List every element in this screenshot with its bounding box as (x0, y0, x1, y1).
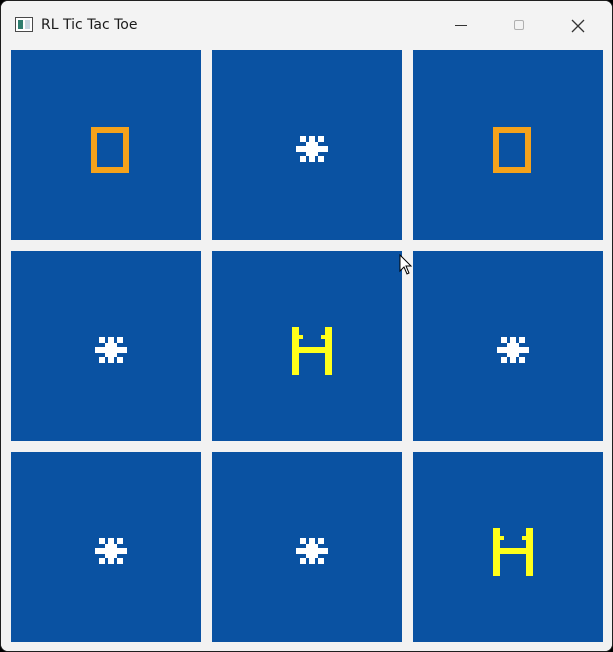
minimize-icon (455, 25, 467, 26)
board-cell-r3-c2[interactable] (212, 452, 402, 642)
app-window: RL Tic Tac Toe (0, 0, 613, 652)
maximize-button[interactable] (490, 1, 548, 50)
board-cell-r1-c3[interactable] (413, 50, 603, 240)
board-cell-r3-c3[interactable] (413, 452, 603, 642)
maximize-icon (514, 20, 524, 30)
mouse-cursor-icon (399, 254, 413, 275)
board-cell-r2-c2[interactable] (212, 251, 402, 441)
orange-square-icon (493, 126, 533, 174)
board-cell-r3-c1[interactable] (11, 452, 201, 642)
board-cell-r1-c1[interactable] (11, 50, 201, 240)
close-button[interactable] (548, 1, 606, 50)
board-cell-r2-c3[interactable] (413, 251, 603, 441)
game-board (1, 50, 612, 651)
yellow-h-icon (493, 528, 533, 576)
board-cell-r1-c2[interactable] (212, 50, 402, 240)
white-asterisk-icon (292, 528, 332, 576)
white-asterisk-icon (91, 528, 131, 576)
app-window-icon (15, 17, 33, 32)
white-asterisk-icon (292, 126, 332, 174)
white-asterisk-icon (493, 327, 533, 375)
close-icon (571, 19, 585, 33)
title-bar[interactable]: RL Tic Tac Toe (1, 1, 612, 50)
window-title: RL Tic Tac Toe (41, 17, 138, 33)
board-cell-r2-c1[interactable] (11, 251, 201, 441)
yellow-h-icon (292, 327, 332, 375)
orange-square-icon (91, 126, 131, 174)
white-asterisk-icon (91, 327, 131, 375)
minimize-button[interactable] (432, 1, 490, 50)
